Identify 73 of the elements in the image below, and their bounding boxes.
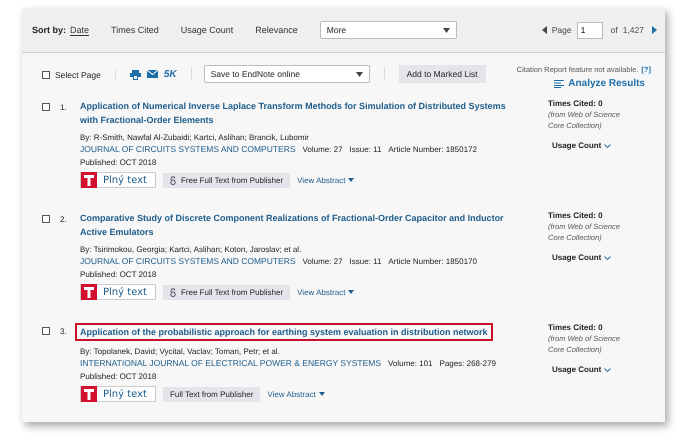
view-abstract-link[interactable]: View Abstract <box>297 288 354 296</box>
sort-option[interactable]: Usage Count <box>180 25 234 35</box>
caret-icon <box>442 28 450 32</box>
checkbox[interactable] <box>42 103 50 111</box>
record-number: 1. <box>60 103 68 114</box>
select-page-label: Select Page <box>55 70 101 80</box>
publisher-button[interactable]: Full Text from Publisher <box>162 386 260 402</box>
caret-icon <box>318 392 325 396</box>
caret-icon <box>356 72 363 76</box>
checkbox[interactable] <box>42 327 50 335</box>
full-text-button[interactable]: Plný text <box>80 172 156 188</box>
record-detail: Volume: 101 <box>388 358 432 370</box>
checkbox[interactable] <box>42 215 50 223</box>
record-detail: Article Number: 1850170 <box>388 256 477 268</box>
record-detail: Pages: 268-279 <box>440 358 496 370</box>
sort-label: Sort by: <box>32 25 66 35</box>
full-text-button[interactable]: Plný text <box>80 386 156 402</box>
record-detail: Issue: 11 <box>350 144 382 156</box>
usage-count-toggle[interactable]: Usage Count <box>552 365 638 374</box>
logo-icon <box>84 286 94 298</box>
times-cited-text: Times Cited: 0 <box>548 99 604 108</box>
authors-text: By: Topolanek, David; Vycital, Vaclav; Toman, Petr; et al. <box>80 346 280 357</box>
save-dropdown[interactable]: Save to EndNote online <box>204 65 370 83</box>
record-detail: Volume: 27 <box>302 144 343 156</box>
publisher-button[interactable]: Free Full Text from Publisher <box>162 284 290 300</box>
record-detail: Volume: 27 <box>302 256 343 268</box>
view-abstract-link[interactable]: View Abstract <box>267 390 325 398</box>
authors-text: By: Tsirimokou, Georgia; Kartci, Aslihan; Koton, Jaroslav; et al. <box>80 244 302 255</box>
times-cited-text: Times Cited: 0 <box>548 323 604 332</box>
publisher-button[interactable]: Free Full Text from Publisher <box>162 172 290 188</box>
sort-option[interactable]: Relevance <box>255 25 298 35</box>
full-text-button[interactable]: Plný text <box>80 284 156 300</box>
record-detail: Published: OCT 2018 <box>80 371 156 383</box>
record-title-link[interactable]: Comparative Study of Discrete Component Realizations of Fractional-Order Capacitor and Inductor Active Emulators <box>80 211 526 239</box>
record-detail: Published: OCT 2018 <box>80 157 156 169</box>
previous-page-icon[interactable] <box>542 26 547 34</box>
sort-option[interactable]: Date <box>70 24 90 36</box>
page-of-label: of <box>610 25 618 35</box>
chevron-icon <box>604 144 612 148</box>
record-title-link[interactable]: Application of the probabilistic approach for earthing system evaluation in distribution network <box>75 323 493 341</box>
record-title-link[interactable]: Application of Numerical Inverse Laplace Transform Methods for Simulation of Distributed Systems with Fractional-Order Elements <box>80 99 526 127</box>
logo-icon <box>84 388 94 400</box>
chevron-icon <box>604 256 612 260</box>
journal-link[interactable]: JOURNAL OF CIRCUITS SYSTEMS AND COMPUTERS <box>80 255 296 268</box>
record-detail: Article Number: 1850172 <box>388 144 477 156</box>
page-input[interactable]: 1 <box>576 22 603 38</box>
caret-icon <box>348 178 354 182</box>
next-page-icon[interactable] <box>652 26 657 34</box>
authors-text: By: R-Smith, Nawfal Al-Zubaidi; Kartci, Aslihan; Brancik, Lubomir <box>80 132 309 143</box>
caret-icon <box>348 290 354 294</box>
usage-count-toggle[interactable]: Usage Count <box>552 141 638 150</box>
usage-count-toggle[interactable]: Usage Count <box>552 253 638 262</box>
logo-icon <box>84 174 94 186</box>
print-icon[interactable] <box>130 68 141 80</box>
select-page-checkbox[interactable] <box>42 71 50 79</box>
view-abstract-link[interactable]: View Abstract <box>297 176 354 184</box>
export-count-link[interactable]: 5K <box>164 68 177 80</box>
record-detail: Published: OCT 2018 <box>80 269 156 281</box>
email-icon[interactable] <box>146 70 158 78</box>
page-total: 1,427 <box>622 25 644 35</box>
record-detail: Issue: 11 <box>350 256 382 268</box>
times-cited-text: Times Cited: 0 <box>548 211 604 220</box>
lines-icon <box>554 80 564 88</box>
page-label: Page <box>552 25 572 35</box>
analyze-results-link[interactable]: Analyze Results <box>554 78 645 89</box>
more-dropdown[interactable]: More <box>320 21 457 39</box>
journal-link[interactable]: INTERNATIONAL JOURNAL OF ELECTRICAL POWER & ENERGY SYSTEMS <box>80 357 382 370</box>
record-number: 2. <box>60 215 68 226</box>
journal-link[interactable]: JOURNAL OF CIRCUITS SYSTEMS AND COMPUTERS <box>80 143 296 156</box>
sort-option[interactable]: Times Cited <box>111 25 159 35</box>
chevron-icon <box>604 368 612 372</box>
record-number: 3. <box>60 327 68 338</box>
add-to-marked-list-button[interactable]: Add to Marked List <box>398 65 486 83</box>
